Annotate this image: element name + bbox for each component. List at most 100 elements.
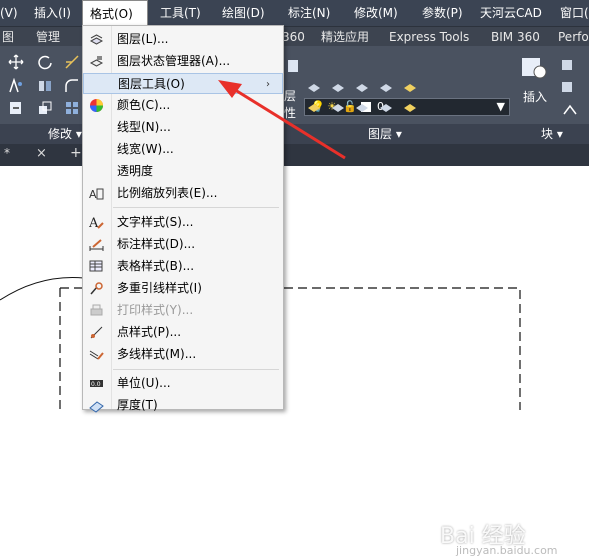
menu-item-label: 图层工具(O) <box>118 77 185 91</box>
menu-item-mline-style[interactable]: 多线样式(M)... <box>83 344 283 365</box>
menu-item-label: 线型(N)... <box>117 120 171 134</box>
menu-modify[interactable]: 修改(M) <box>354 0 398 26</box>
menu-item-label: 图层(L)... <box>117 32 169 46</box>
menu-item-label: 线宽(W)... <box>117 142 174 156</box>
menu-item-linetype[interactable]: 线型(N)... <box>83 117 283 138</box>
layer-tool-icon[interactable] <box>402 100 418 116</box>
modify-panel-label[interactable]: 修改 ▾ <box>48 124 82 144</box>
layer-properties-label: 层 性 <box>284 89 297 120</box>
menu-item-transparency[interactable]: 透明度 <box>83 161 283 182</box>
layer-tool-icon[interactable] <box>330 78 346 94</box>
tab-view[interactable]: 图 <box>2 27 14 47</box>
layer-state-icon <box>89 56 104 67</box>
array-icon[interactable] <box>64 100 80 116</box>
submenu-arrow-icon: › <box>266 79 270 90</box>
menu-item-label: 比例缩放列表(E)... <box>117 186 218 200</box>
menu-item-label: 文字样式(S)... <box>117 215 194 229</box>
menu-item-label: 多重引线样式(I) <box>117 281 202 295</box>
watermark-url: jingyan.baidu.com <box>456 544 558 557</box>
menu-item-label: 厚度(T) <box>117 398 158 412</box>
menu-tianhe-cad[interactable]: 天河云CAD <box>480 0 542 26</box>
close-icon[interactable]: × <box>36 146 47 161</box>
dim-style-icon <box>89 239 104 251</box>
menu-item-label: 标注样式(D)... <box>117 237 196 251</box>
menu-item-label: 颜色(C)... <box>117 98 171 112</box>
svg-text:0.0: 0.0 <box>91 381 101 388</box>
text-style-icon: A <box>89 216 104 230</box>
block-attr-icon[interactable] <box>562 102 578 118</box>
mline-style-icon <box>89 350 104 360</box>
layer-tool-icon[interactable] <box>330 100 346 116</box>
menu-item-layer[interactable]: 图层(L)... <box>83 29 283 50</box>
new-tab-icon[interactable]: + <box>70 145 82 161</box>
mirror-icon[interactable] <box>37 78 53 94</box>
insert-label: 插入 <box>523 90 548 104</box>
menu-item-label: 表格样式(B)... <box>117 259 195 273</box>
layer-tool-icon[interactable] <box>354 100 370 116</box>
menu-insert[interactable]: 插入(I) <box>34 0 71 26</box>
tab-express-tools[interactable]: Express Tools <box>389 27 469 47</box>
color-wheel-icon <box>90 99 103 112</box>
menu-format[interactable]: 格式(O) <box>82 0 148 26</box>
table-style-icon <box>89 260 103 272</box>
svg-text:A: A <box>89 216 99 230</box>
insert-block-icon[interactable] <box>519 52 549 82</box>
create-block-icon[interactable] <box>560 56 576 72</box>
doc-tab-modified[interactable]: * <box>4 146 10 160</box>
menu-item-layer-tools[interactable]: 图层工具(O) › <box>83 73 283 94</box>
menu-bar: (V) 插入(I) 格式(O) 工具(T) 绘图(D) 标注(N) 修改(M) … <box>0 0 589 26</box>
menu-dimension[interactable]: 标注(N) <box>288 0 330 26</box>
layer-properties-icon[interactable] <box>286 58 302 74</box>
stretch-icon[interactable] <box>8 100 24 116</box>
plot-style-icon <box>90 304 103 316</box>
tab-manage[interactable]: 管理 <box>36 27 60 47</box>
layer-tool-icon[interactable] <box>306 78 322 94</box>
menu-item-mleader-style[interactable]: 多重引线样式(I) <box>83 278 283 299</box>
block-panel-label[interactable]: 块 ▾ <box>541 124 563 144</box>
point-style-icon <box>90 326 103 339</box>
tab-bim360[interactable]: BIM 360 <box>491 27 540 47</box>
trim-icon[interactable] <box>64 54 80 70</box>
menu-item-dim-style[interactable]: 标注样式(D)... <box>83 234 283 255</box>
tab-featured-apps[interactable]: 精选应用 <box>321 27 369 47</box>
scale-list-icon: A <box>89 188 104 201</box>
menu-item-table-style[interactable]: 表格样式(B)... <box>83 256 283 277</box>
menu-draw[interactable]: 绘图(D) <box>222 0 265 26</box>
menu-tools[interactable]: 工具(T) <box>160 0 201 26</box>
menu-item-scale-list[interactable]: A 比例缩放列表(E)... <box>83 183 283 204</box>
menu-window[interactable]: 窗口( <box>560 0 589 26</box>
menu-item-units[interactable]: 0.0 单位(U)... <box>83 373 283 394</box>
menu-item-color[interactable]: 颜色(C)... <box>83 95 283 116</box>
move-icon[interactable] <box>8 54 24 70</box>
format-menu: 图层(L)... 图层状态管理器(A)... 图层工具(O) › 颜色(C)..… <box>82 25 284 413</box>
chevron-down-icon: ▼ <box>496 100 505 113</box>
menu-item-thickness[interactable]: 厚度(T) <box>83 395 283 416</box>
tab-360[interactable]: 360 <box>282 27 305 47</box>
layer-icon <box>89 34 104 45</box>
fillet-icon[interactable] <box>64 78 80 94</box>
layer-tool-icon[interactable] <box>378 78 394 94</box>
menu-parametric[interactable]: 参数(P) <box>422 0 463 26</box>
rotate-icon[interactable] <box>37 54 53 70</box>
copy-icon[interactable] <box>8 78 24 94</box>
menu-item-plot-style[interactable]: 打印样式(Y)... <box>83 300 283 321</box>
menu-view[interactable]: (V) <box>0 0 18 26</box>
layer-tool-icon[interactable] <box>306 100 322 116</box>
layer-tool-icon[interactable] <box>402 78 418 94</box>
edit-block-icon[interactable] <box>560 78 576 94</box>
menu-item-point-style[interactable]: 点样式(P)... <box>83 322 283 343</box>
units-icon: 0.0 <box>90 380 103 388</box>
layer-tool-icon[interactable] <box>378 100 394 116</box>
menu-item-lineweight[interactable]: 线宽(W)... <box>83 139 283 160</box>
tab-performance[interactable]: Perfo <box>558 27 589 47</box>
thickness-icon <box>89 401 104 413</box>
scale-icon[interactable] <box>37 100 53 116</box>
layer-panel-label[interactable]: 图层 ▾ <box>368 124 402 144</box>
svg-text:A: A <box>89 188 97 201</box>
layer-tool-icon[interactable] <box>354 78 370 94</box>
menu-item-layer-state-manager[interactable]: 图层状态管理器(A)... <box>83 51 283 72</box>
menu-item-text-style[interactable]: A 文字样式(S)... <box>83 212 283 233</box>
menu-item-label: 打印样式(Y)... <box>117 303 194 317</box>
mleader-style-icon <box>90 282 103 295</box>
menu-separator <box>113 369 279 370</box>
